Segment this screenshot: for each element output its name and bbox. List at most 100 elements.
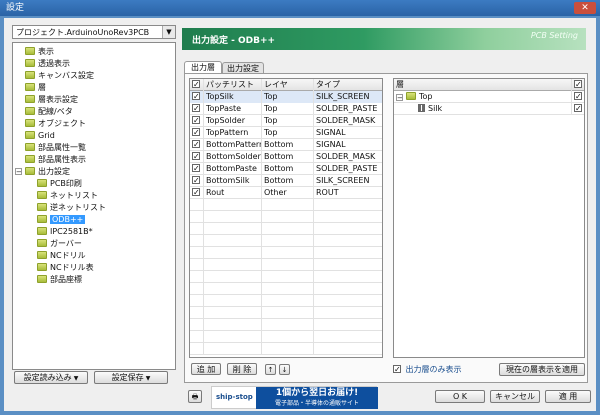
tree-item[interactable]: 透過表示	[25, 58, 70, 70]
chevron-down-icon[interactable]: ▼	[162, 26, 175, 38]
check-all-header[interactable]: ✓	[190, 79, 204, 91]
tree-item[interactable]: IPC2581B*	[37, 226, 93, 238]
table-row[interactable]: ✓ TopPaste Top SOLDER_PASTE	[190, 103, 382, 115]
apply-current-display-button[interactable]: 現在の層表示を適用	[499, 363, 585, 376]
table-row[interactable]: ✓ Rout Other ROUT	[190, 187, 382, 199]
arrow-up-icon[interactable]: ↑	[265, 364, 276, 375]
arrow-down-icon[interactable]: ↓	[279, 364, 290, 375]
tree-item[interactable]: 表示	[25, 46, 54, 58]
empty-row	[190, 199, 382, 211]
tree-item-label: 層	[38, 83, 46, 92]
empty-cell	[190, 223, 204, 235]
tree-item-odb-selected[interactable]: ODB++	[37, 214, 86, 226]
check-icon: ✓	[192, 80, 200, 89]
row-checkbox[interactable]: ✓	[572, 91, 584, 103]
table-row[interactable]: ✓ TopPattern Top SIGNAL	[190, 127, 382, 139]
empty-cell	[262, 319, 314, 331]
empty-cell	[204, 295, 262, 307]
row-checkbox[interactable]: ✓	[190, 175, 204, 187]
cell-layer: Bottom	[262, 163, 314, 175]
table-row[interactable]: ✓ BottomPattern Bottom SIGNAL	[190, 139, 382, 151]
empty-cell	[262, 247, 314, 259]
table-row[interactable]: ✓ TopSolder Top SOLDER_MASK	[190, 115, 382, 127]
folder-icon	[25, 155, 35, 163]
row-checkbox[interactable]: ✓	[190, 127, 204, 139]
tree-item-label: 透過表示	[38, 59, 70, 68]
tree-item[interactable]: ガーバー	[37, 238, 82, 250]
show-output-only-checkbox[interactable]: ✓	[393, 365, 401, 374]
row-checkbox[interactable]: ✓	[190, 151, 204, 163]
collapse-icon[interactable]: −	[15, 168, 22, 176]
show-output-only-option[interactable]: ✓ 出力層のみ表示	[393, 364, 462, 376]
table-row[interactable]: ✓ BottomSolder Bottom SOLDER_MASK	[190, 151, 382, 163]
apply-button[interactable]: 適 用	[545, 390, 591, 403]
tree-item-label: 部品属性表示	[38, 155, 86, 164]
empty-cell	[190, 307, 204, 319]
row-checkbox[interactable]: ✓	[190, 139, 204, 151]
table-row[interactable]: ✓ BottomSilk Bottom SILK_SCREEN	[190, 175, 382, 187]
cell-type: SILK_SCREEN	[314, 91, 382, 103]
print-icon[interactable]: 🖶	[188, 390, 202, 403]
folder-icon	[37, 227, 47, 235]
tree-item[interactable]: 部品属性一覧	[25, 142, 86, 154]
empty-row	[190, 223, 382, 235]
tree-item-output-settings[interactable]: 出力設定	[25, 166, 70, 178]
row-checkbox[interactable]: ✓	[190, 187, 204, 199]
column-header-layer[interactable]: 層	[394, 79, 572, 91]
row-checkbox[interactable]: ✓	[190, 103, 204, 115]
tree-item[interactable]: 部品座標	[37, 274, 82, 286]
banner-headline: 1個から翌日お届け!	[275, 388, 359, 398]
tree-item[interactable]: NCドリル表	[37, 262, 94, 274]
tree-item[interactable]: NCドリル	[37, 250, 86, 262]
cancel-button[interactable]: キャンセル	[490, 390, 540, 403]
tree-item-label: 配線/ベタ	[38, 107, 73, 116]
empty-cell	[190, 319, 204, 331]
empty-row	[190, 235, 382, 247]
ad-banner[interactable]: ship-stop 1個から翌日お届け! 電子部品・半導体の通販サイト	[211, 386, 378, 409]
table-row[interactable]: ✓ BottomPaste Bottom SOLDER_PASTE	[190, 163, 382, 175]
empty-cell	[190, 343, 204, 355]
column-header-layer[interactable]: レイヤ	[262, 79, 314, 91]
tree-item[interactable]: ネットリスト	[37, 190, 98, 202]
column-header-name[interactable]: パッチリスト	[204, 79, 262, 91]
row-checkbox[interactable]: ✓	[190, 91, 204, 103]
delete-layer-button[interactable]: 削 除	[227, 363, 257, 375]
empty-row	[190, 271, 382, 283]
ok-button[interactable]: O K	[435, 390, 485, 403]
tree-row-silk[interactable]: Silk ✓	[394, 103, 584, 115]
project-select[interactable]: プロジェクト.ArduinoUnoRev3PCB ▼	[12, 25, 176, 39]
close-button[interactable]: ✕	[574, 2, 596, 14]
row-checkbox[interactable]: ✓	[572, 103, 584, 115]
tree-item[interactable]: 配線/ベタ	[25, 106, 73, 118]
cell-name: BottomPaste	[204, 163, 262, 175]
tree-item[interactable]: 逆ネットリスト	[37, 202, 106, 214]
tree-item[interactable]: 層	[25, 82, 46, 94]
layer-icon	[418, 104, 425, 112]
empty-cell	[190, 199, 204, 211]
row-checkbox[interactable]: ✓	[190, 115, 204, 127]
check-icon: ✓	[574, 104, 582, 113]
table-row[interactable]: ✓ TopSilk Top SILK_SCREEN	[190, 91, 382, 103]
tree-item[interactable]: PCB印刷	[37, 178, 82, 190]
collapse-icon[interactable]: −	[396, 94, 403, 102]
load-settings-button[interactable]: 設定読み込み ▼	[14, 371, 88, 384]
tree-item[interactable]: オブジェクト	[25, 118, 86, 130]
tree-item-label: ODB++	[50, 215, 86, 224]
tree-item[interactable]: キャンバス設定	[25, 70, 94, 82]
chevron-down-icon: ▼	[145, 375, 151, 382]
tree-item[interactable]: 層表示設定	[25, 94, 78, 106]
tree-item[interactable]: Grid	[25, 130, 55, 142]
column-header-type[interactable]: タイプ	[314, 79, 382, 91]
cell-type: SOLDER_PASTE	[314, 163, 382, 175]
add-layer-button[interactable]: 追 加	[191, 363, 221, 375]
folder-icon	[25, 107, 35, 115]
empty-row	[190, 259, 382, 271]
tab-panel: ✓ パッチリスト レイヤ タイプ ✓ TopSilk Top SILK_SCRE…	[184, 73, 588, 383]
tree-item[interactable]: 部品属性表示	[25, 154, 86, 166]
folder-icon	[25, 119, 35, 127]
check-all-header[interactable]: ✓	[572, 79, 584, 91]
section-brand: PCB Setting	[530, 31, 578, 40]
row-checkbox[interactable]: ✓	[190, 163, 204, 175]
save-settings-button[interactable]: 設定保存 ▼	[94, 371, 168, 384]
tree-row-top[interactable]: − Top ✓	[394, 91, 584, 103]
